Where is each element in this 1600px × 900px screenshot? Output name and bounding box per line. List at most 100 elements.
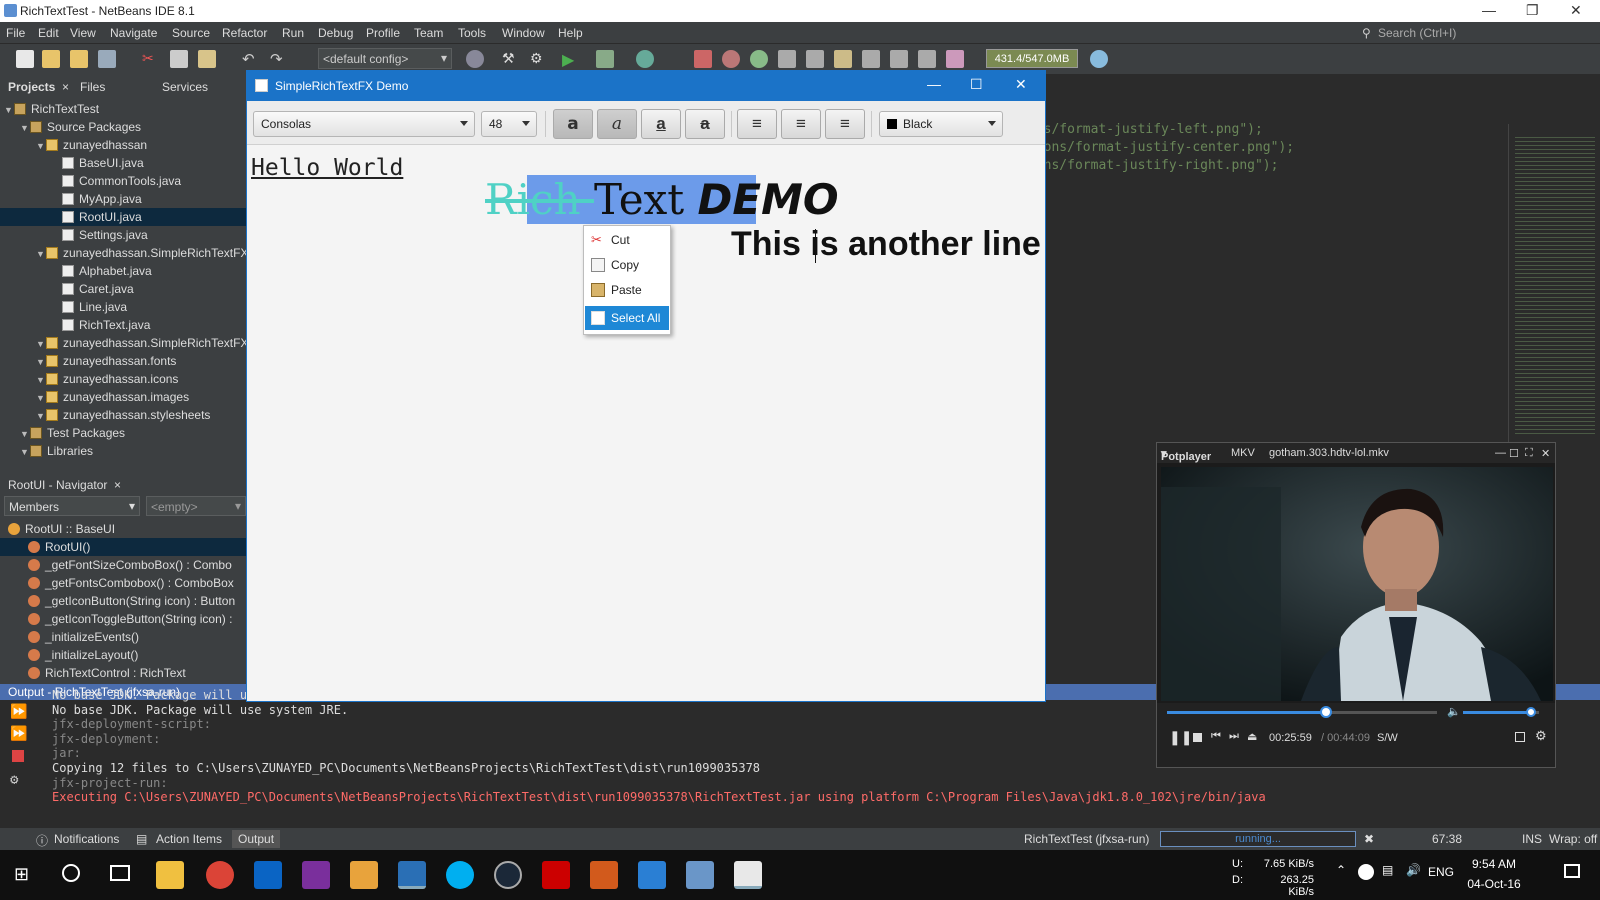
navigator-item[interactable]: _getIconToggleButton(String icon) : [0, 610, 246, 628]
tree-item[interactable]: ▼ zunayedhassan.SimpleRichTextFX [0, 334, 248, 353]
folder-icon[interactable] [946, 50, 964, 68]
memory-indicator[interactable]: 431.4/547.0MB [986, 49, 1078, 68]
menu-navigate[interactable]: Navigate [110, 26, 157, 40]
expand-toggle-icon[interactable]: ▼ [20, 443, 30, 461]
eject-icon[interactable]: ⏏ [1247, 730, 1257, 743]
menu-tools[interactable]: Tools [458, 26, 486, 40]
messenger-icon[interactable] [1358, 864, 1374, 880]
seek-handle[interactable] [1320, 706, 1333, 718]
close-button[interactable]: ✕ [1015, 76, 1027, 93]
paste-icon[interactable] [198, 50, 216, 68]
align-right-button[interactable]: ≡ [825, 109, 865, 139]
menu-window[interactable]: Window [502, 26, 545, 40]
notifications-icon[interactable]: ⓘ [36, 832, 48, 849]
playlist-icon[interactable] [1515, 732, 1525, 742]
tab-projects[interactable]: Projects [8, 80, 55, 94]
tree-item[interactable]: ▼ zunayedhassan.stylesheets [0, 406, 246, 424]
tree-item[interactable]: ▼ zunayedhassan.icons [0, 370, 246, 388]
notifications-icon[interactable] [1564, 864, 1580, 878]
video-frame[interactable] [1161, 467, 1553, 701]
copy-icon[interactable] [170, 50, 188, 68]
debug-icon[interactable] [596, 50, 614, 68]
align-left-button[interactable]: ≡ [737, 109, 777, 139]
tree-item[interactable]: RootUI.java [0, 208, 246, 226]
run-icon[interactable]: ▶ [562, 50, 580, 69]
action-items-button[interactable]: Action Items [156, 832, 222, 846]
navigator-item[interactable]: _getFontsCombobox() : ComboBox [0, 574, 246, 592]
player-menu-button[interactable]: Potplayer ▾ [1161, 447, 1211, 463]
tree-item[interactable]: Alphabet.java [0, 262, 246, 280]
redo-icon[interactable]: ↷ [270, 50, 288, 68]
menu-run[interactable]: Run [282, 26, 304, 40]
language-indicator[interactable]: ENG [1428, 865, 1454, 879]
tree-item[interactable]: CommonTools.java [0, 172, 246, 190]
navigator-item[interactable]: _getFontSizeComboBox() : Combo [0, 556, 246, 574]
rich-text-line[interactable]: Rich Text DEMO [485, 175, 839, 224]
tree-item[interactable]: ▼ Libraries [0, 442, 246, 460]
tab-services[interactable]: Services [162, 80, 208, 94]
underline-button[interactable]: a [641, 109, 681, 139]
volume-icon[interactable]: 🔈 [1447, 705, 1461, 718]
menu-help[interactable]: Help [558, 26, 583, 40]
globe-icon[interactable] [466, 50, 484, 68]
font-family-select[interactable]: Consolas [253, 111, 475, 137]
circle-icon[interactable] [750, 50, 768, 68]
tree-item[interactable]: ▼ zunayedhassan.fonts [0, 352, 246, 370]
task-view-icon[interactable] [110, 865, 130, 881]
tab-files[interactable]: Files [80, 80, 105, 94]
pause-icon[interactable]: ❚❚ [1169, 729, 1192, 746]
cortana-icon[interactable] [62, 864, 80, 882]
tray-chevron-icon[interactable]: ⌃ [1336, 863, 1346, 877]
cut-icon[interactable]: ✂ [142, 50, 160, 68]
stop-icon[interactable] [694, 50, 712, 68]
clock[interactable]: 9:54 AM 04-Oct-16 [1458, 854, 1530, 894]
maximize-button[interactable]: ❐ [1526, 2, 1539, 19]
align-center-button[interactable]: ≡ [781, 109, 821, 139]
output-button[interactable]: Output [232, 830, 281, 848]
tree-item[interactable]: ▼ zunayedhassan.images [0, 388, 246, 406]
tree-item[interactable]: MyApp.java [0, 190, 246, 208]
clean-icon[interactable]: ⚒ [502, 50, 520, 68]
font-size-select[interactable]: 48 [481, 111, 537, 137]
expand-toggle-icon[interactable]: ▼ [36, 407, 46, 425]
tree-item[interactable]: ▼ zunayedhassan [0, 136, 246, 154]
chart-icon[interactable] [890, 50, 908, 68]
stop-icon[interactable] [12, 750, 24, 762]
strikethrough-button[interactable]: a [685, 109, 725, 139]
close-button[interactable]: ✕ [1570, 2, 1582, 19]
volume-icon[interactable]: 🔊 [1406, 863, 1421, 877]
members-select[interactable]: Members ▾ [4, 496, 140, 516]
settings-icon[interactable]: ⚙ [1535, 728, 1547, 744]
filter-select[interactable]: <empty> ▾ [146, 496, 246, 516]
skype-icon[interactable] [446, 861, 474, 889]
expand-toggle-icon[interactable]: ▼ [4, 101, 14, 119]
expand-toggle-icon[interactable]: ▼ [20, 425, 30, 443]
virtualbox-icon[interactable] [686, 861, 714, 889]
open-project-icon[interactable] [70, 50, 88, 68]
new-project-icon[interactable] [42, 50, 60, 68]
expand-toggle-icon[interactable]: ▼ [36, 335, 46, 353]
app-icon[interactable] [590, 861, 618, 889]
tree-item[interactable]: ▼ Test Packages [0, 424, 246, 442]
seek-bar[interactable] [1167, 711, 1437, 714]
editor-minimap[interactable] [1508, 124, 1600, 444]
menu-profile[interactable]: Profile [366, 26, 400, 40]
download-icon[interactable] [834, 50, 852, 68]
menu-view[interactable]: View [70, 26, 96, 40]
notifications-button[interactable]: Notifications [54, 832, 119, 846]
navigator-item[interactable]: RootUI() [0, 538, 246, 556]
menu-edit[interactable]: Edit [38, 26, 59, 40]
menu-item-cut[interactable]: ✂ Cut [585, 228, 669, 252]
tree-item[interactable]: RichText.java [0, 316, 246, 334]
save-all-icon[interactable] [98, 50, 116, 68]
menu-source[interactable]: Source [172, 26, 210, 40]
minimize-button[interactable]: — [1482, 2, 1496, 18]
fullscreen-button[interactable]: ⛶ [1525, 447, 1533, 460]
volume-handle[interactable] [1526, 707, 1537, 717]
navigator-item[interactable]: _getIconButton(String icon) : Button [0, 592, 246, 610]
tree-item[interactable]: Caret.java [0, 280, 246, 298]
expand-toggle-icon[interactable]: ▼ [36, 245, 46, 263]
search-input[interactable]: Search (Ctrl+I) [1378, 26, 1456, 40]
navigator-item[interactable]: _initializeLayout() [0, 646, 246, 664]
menu-debug[interactable]: Debug [318, 26, 353, 40]
